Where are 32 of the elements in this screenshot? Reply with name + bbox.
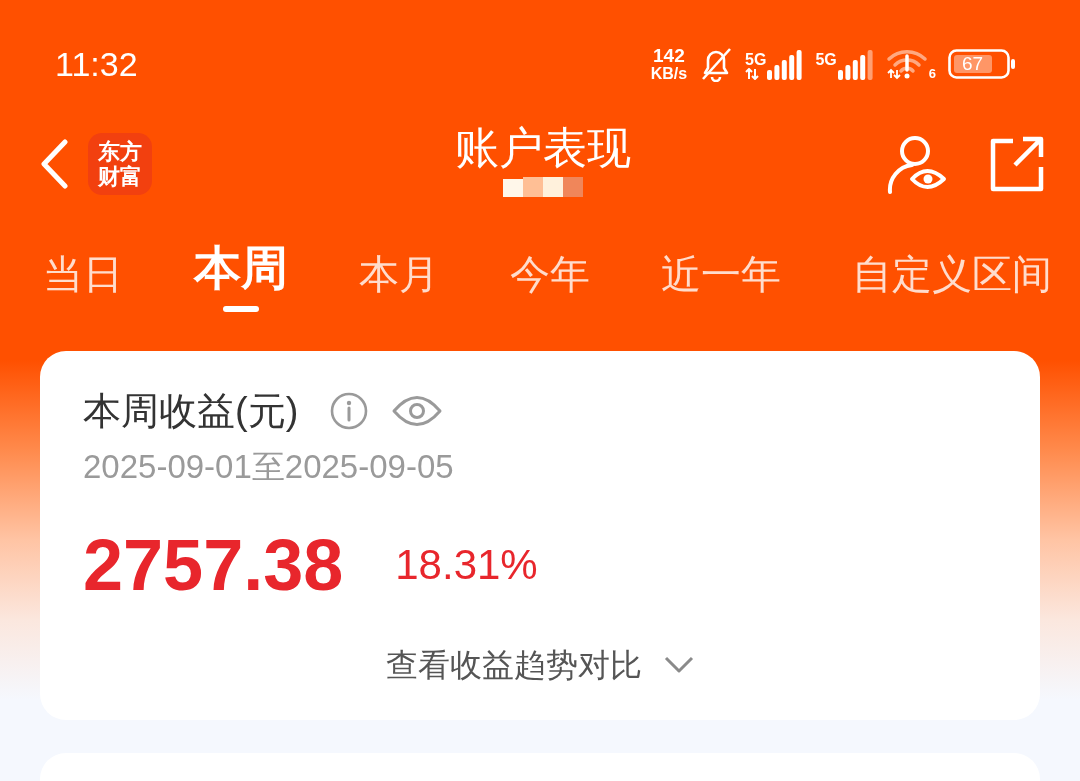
bell-off-icon [699,46,734,82]
user-eye-icon[interactable] [887,134,947,194]
info-icon[interactable] [330,392,369,430]
period-tab[interactable]: 当日 [43,250,123,322]
date-range: 2025-09-01至2025-09-05 [83,447,455,487]
wifi-warning-icon [885,48,928,80]
card-title: 本周收益(元) [83,389,299,433]
trend-compare-button[interactable]: 查看收益趋势对比 [386,643,694,687]
network-type-label: 5G [815,52,837,68]
period-tab[interactable]: 本周 [194,244,288,322]
signal-bars-icon [837,48,874,80]
battery-percent: 67 [962,52,984,76]
share-icon[interactable] [989,135,1045,193]
page-title: 账户表现 [454,123,631,173]
wifi-generation-label: 6 [928,67,936,80]
chevron-down-icon [664,656,694,674]
network-speed-unit: KB/s [650,64,688,82]
earnings-rate: 18.31% [395,540,538,590]
battery-icon [948,49,1016,79]
period-tab[interactable]: 今年 [510,250,590,322]
period-tab[interactable]: 自定义区间 [852,250,1052,322]
data-arrows-icon [745,68,760,80]
network-speed-value: 142 [653,46,685,65]
signal-bars-icon [767,48,804,80]
period-tab[interactable]: 本月 [359,250,439,322]
chevron-left-icon[interactable] [40,139,68,189]
network-type-label: 5G [745,52,767,68]
earnings-amount: 2757.38 [83,524,344,607]
eye-icon[interactable] [392,394,443,428]
app-logo: 东方财富 [88,133,152,195]
period-tab[interactable]: 近一年 [661,250,781,322]
status-time: 11:32 [55,44,138,84]
